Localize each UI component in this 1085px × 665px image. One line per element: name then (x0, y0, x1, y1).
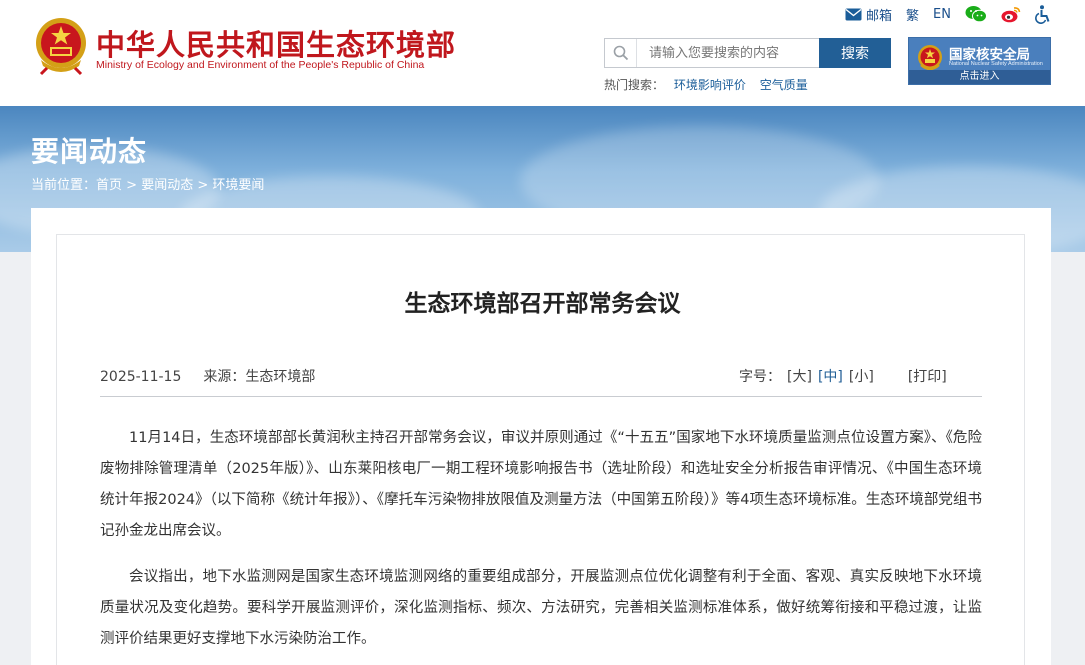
breadcrumb-env-news[interactable]: 环境要闻 (212, 178, 264, 193)
article-paragraph: 会议指出，地下水监测网是国家生态环境监测网络的重要组成部分，开展监测点位优化调整… (100, 569, 982, 647)
english-link[interactable]: EN (933, 7, 951, 22)
hot-search-label: 热门搜索： (604, 78, 665, 92)
nnsa-enter-label: 点击进入 (909, 70, 1050, 84)
search-box (604, 38, 820, 68)
section-title: 要闻动态 (31, 135, 148, 168)
hot-search-item[interactable]: 环境影响评价 (674, 78, 746, 92)
site-title[interactable]: 中华人民共和国生态环境部 (96, 22, 456, 64)
weibo-link[interactable] (1001, 6, 1021, 23)
search-input[interactable] (637, 40, 809, 66)
accessibility-link[interactable] (1035, 4, 1051, 24)
weibo-icon (1001, 6, 1021, 23)
hot-search-item[interactable]: 空气质量 (760, 78, 808, 92)
top-links: 邮箱 繁 EN (831, 4, 1051, 24)
breadcrumb-label: 当前位置： (31, 178, 97, 193)
article-tools: 字号： [大] [中] [小] [打印] (739, 366, 947, 386)
site-subtitle: Ministry of Ecology and Environment of t… (96, 59, 425, 71)
nnsa-title: 国家核安全局 (949, 47, 1030, 63)
nnsa-emblem-icon (917, 44, 943, 72)
hot-search: 热门搜索： 环境影响评价 空气质量 (604, 76, 818, 93)
search-icon (605, 39, 637, 67)
article-meta: 2025-11-15 来源：生态环境部 (100, 366, 315, 386)
article-source: 来源：生态环境部 (203, 369, 316, 385)
breadcrumb-separator: > (197, 178, 209, 193)
font-size-label: 字号： (739, 369, 781, 385)
breadcrumb-news[interactable]: 要闻动态 (141, 178, 193, 193)
font-size-large-button[interactable]: [大] (787, 369, 812, 385)
breadcrumb-home[interactable]: 首页 (96, 178, 122, 193)
wechat-icon (965, 5, 987, 23)
traditional-chinese-link[interactable]: 繁 (906, 5, 919, 24)
nnsa-subtitle: National Nuclear Safety Administration (949, 61, 1043, 67)
breadcrumb-separator: > (126, 178, 138, 193)
search-button[interactable]: 搜索 (819, 38, 891, 68)
article-date: 2025-11-15 (100, 369, 182, 385)
nnsa-entry-banner[interactable]: 国家核安全局 National Nuclear Safety Administr… (908, 37, 1051, 85)
mail-label: 邮箱 (866, 8, 893, 24)
mail-icon (845, 8, 862, 21)
font-size-small-button[interactable]: [小] (849, 369, 874, 385)
print-button[interactable]: [打印] (908, 369, 947, 385)
accessibility-icon (1035, 4, 1051, 24)
mail-link[interactable]: 邮箱 (845, 5, 892, 24)
site-header: 中华人民共和国生态环境部 Ministry of Ecology and Env… (0, 0, 1085, 106)
breadcrumb: 当前位置：首页 > 要闻动态 > 环境要闻 (31, 174, 264, 193)
font-size-medium-button[interactable]: [中] (818, 369, 843, 385)
wechat-link[interactable] (965, 5, 987, 23)
article-paragraph: 11月14日，生态环境部部长黄润秋主持召开部常务会议，审议并原则通过《“十五五”… (100, 430, 982, 539)
article-title: 生态环境部召开部常务会议 (404, 291, 681, 317)
meta-divider (100, 396, 982, 397)
national-emblem-icon[interactable] (33, 16, 89, 76)
